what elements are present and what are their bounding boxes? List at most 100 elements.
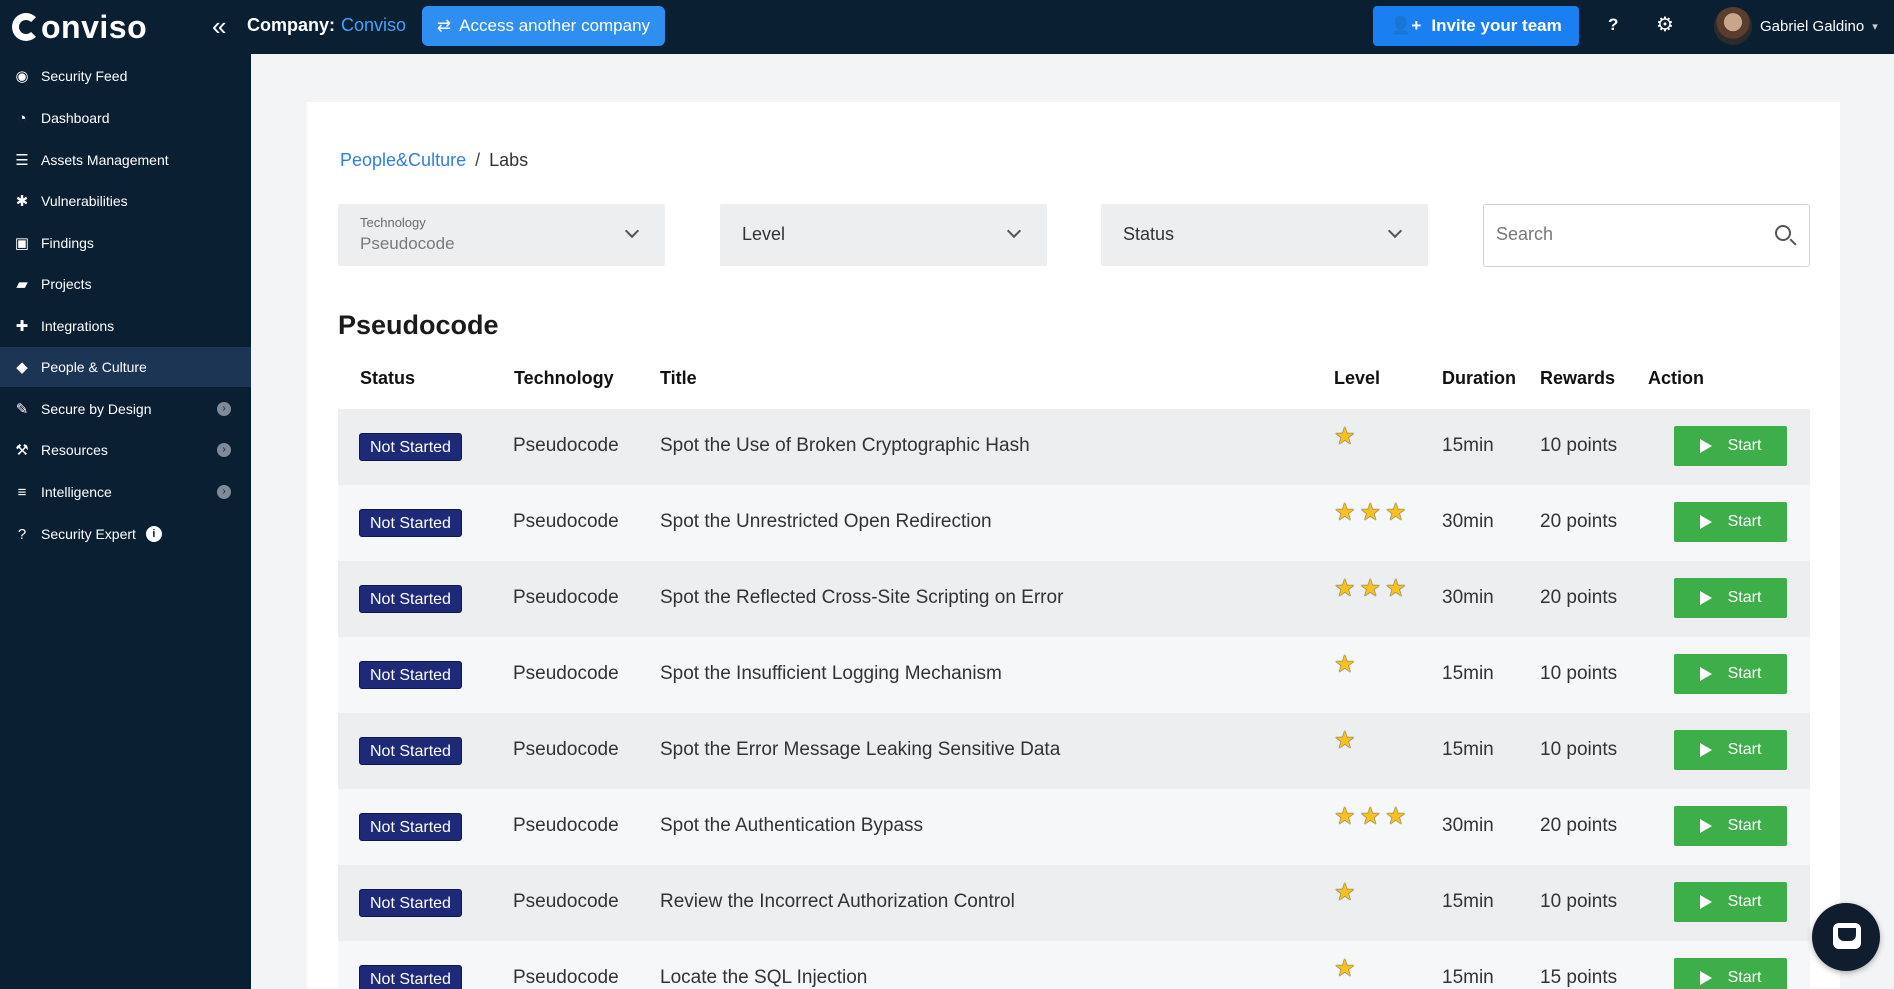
sidebar-item-integrations[interactable]: ✚ Integrations <box>0 306 251 346</box>
title-cell: Spot the Error Message Leaking Sensitive… <box>660 739 1061 760</box>
sidebar-item-assets-management[interactable]: ☰ Assets Management <box>0 140 251 180</box>
duration-cell: 15min <box>1442 435 1494 456</box>
duration-cell: 30min <box>1442 815 1494 836</box>
info-icon[interactable]: i <box>145 526 162 542</box>
lock-icon: ▣ <box>14 235 30 252</box>
status-badge: Not Started <box>359 737 462 765</box>
conviso-logo[interactable]: onviso <box>12 9 147 46</box>
start-button[interactable]: Start <box>1674 882 1787 922</box>
title-cell: Review the Incorrect Authorization Contr… <box>660 891 1015 912</box>
folder-icon: ▰ <box>16 276 28 293</box>
chevron-right-icon: › <box>217 485 231 499</box>
collapse-sidebar-icon[interactable]: « <box>212 12 226 40</box>
rewards-cell: 10 points <box>1540 435 1618 456</box>
sidebar-item-findings[interactable]: ▣ Findings <box>0 223 251 263</box>
access-another-company-button[interactable]: ⇄ Access another company <box>422 6 665 46</box>
edit-icon: ✎ <box>15 401 29 418</box>
breadcrumb-parent-link[interactable]: People&Culture <box>340 150 466 170</box>
duration-cell: 30min <box>1442 587 1494 608</box>
column-header-status[interactable]: Status <box>360 368 415 389</box>
start-button[interactable]: Start <box>1674 958 1787 989</box>
start-button[interactable]: Start <box>1674 730 1787 770</box>
level-stars: ★ <box>1334 957 1356 981</box>
duration-cell: 30min <box>1442 511 1494 532</box>
star-icon: ★ <box>1334 575 1356 602</box>
table-row: Not Started Pseudocode Spot the Reflected … <box>338 561 1810 637</box>
technology-filter-value: Pseudocode <box>360 234 455 253</box>
chevron-right-icon: › <box>217 443 231 457</box>
search-input[interactable] <box>1496 224 1746 245</box>
table-row: Not Started Pseudocode Spot the Insufficie… <box>338 637 1810 713</box>
table-row: Not Started Pseudocode Spot the Authentica… <box>338 789 1810 865</box>
level-filter[interactable]: Level <box>720 204 1047 266</box>
technology-filter[interactable]: Technology Pseudocode <box>338 204 665 266</box>
chevron-down-icon <box>1006 223 1022 239</box>
sidebar-item-secure-by-design[interactable]: ✎ Secure by Design › <box>0 389 251 429</box>
column-header-title[interactable]: Title <box>660 368 697 389</box>
sidebar-item-intelligence[interactable]: ≡ Intelligence › <box>0 472 251 512</box>
sidebar-item-vulnerabilities[interactable]: ✱ Vulnerabilities <box>0 181 251 221</box>
rewards-cell: 20 points <box>1540 511 1618 532</box>
help-icon[interactable]: ? <box>1608 15 1618 35</box>
start-button[interactable]: Start <box>1674 502 1787 542</box>
user-menu[interactable]: Gabriel Galdino ▾ <box>1714 7 1878 45</box>
status-badge: Not Started <box>359 661 462 689</box>
play-icon <box>1699 667 1712 681</box>
sidebar-item-dashboard[interactable]: ◔ Dashboard <box>0 98 251 138</box>
search-box[interactable] <box>1483 204 1810 267</box>
column-header-duration[interactable]: Duration <box>1442 368 1516 389</box>
sidebar-item-projects[interactable]: ▰ Projects <box>0 264 251 304</box>
status-filter-label: Status <box>1123 224 1175 244</box>
rewards-cell: 10 points <box>1540 739 1618 760</box>
star-icon: ★ <box>1334 803 1356 830</box>
play-icon <box>1699 895 1712 909</box>
star-icon: ★ <box>1385 575 1407 602</box>
star-icon: ★ <box>1334 423 1356 450</box>
sidebar-item-security-feed[interactable]: ◉ Security Feed <box>0 56 251 96</box>
chevron-down-icon: ▾ <box>1872 20 1878 33</box>
sidebar-item-security-expert[interactable]: ? Security Expert i <box>0 514 251 554</box>
graduation-cap-icon: ◆ <box>16 359 28 376</box>
chat-bubble-icon <box>1833 923 1861 949</box>
chevron-down-icon <box>1387 223 1403 239</box>
column-header-level[interactable]: Level <box>1334 368 1380 389</box>
play-icon <box>1699 591 1712 605</box>
start-button[interactable]: Start <box>1674 426 1787 466</box>
start-button[interactable]: Start <box>1674 578 1787 618</box>
level-stars: ★ <box>1334 653 1356 677</box>
star-icon: ★ <box>1334 499 1356 526</box>
level-stars: ★ ★ ★ <box>1334 501 1407 525</box>
start-button[interactable]: Start <box>1674 806 1787 846</box>
breadcrumb-current: Labs <box>489 150 529 170</box>
technology-filter-label: Technology <box>360 215 426 230</box>
play-icon <box>1699 515 1712 529</box>
technology-cell: Pseudocode <box>513 815 619 836</box>
table-row: Not Started Pseudocode Spot the Error Mess… <box>338 713 1810 789</box>
invite-team-button[interactable]: 👤+ Invite your team <box>1373 6 1579 46</box>
avatar <box>1714 7 1752 45</box>
status-badge: Not Started <box>359 813 462 841</box>
sidebar-item-resources[interactable]: ⚒ Resources › <box>0 430 251 470</box>
bug-icon: ✱ <box>15 193 29 210</box>
star-icon: ★ <box>1334 651 1356 678</box>
user-plus-icon: 👤+ <box>1390 16 1422 35</box>
star-icon: ★ <box>1334 955 1356 982</box>
search-icon[interactable] <box>1775 225 1791 241</box>
duration-cell: 15min <box>1442 663 1494 684</box>
gear-icon[interactable]: ⚙ <box>1656 12 1674 37</box>
rewards-cell: 15 points <box>1540 967 1618 988</box>
start-button[interactable]: Start <box>1674 654 1787 694</box>
title-cell: Locate the SQL Injection <box>660 967 868 988</box>
rewards-cell: 10 points <box>1540 891 1618 912</box>
chat-widget-button[interactable] <box>1812 903 1880 971</box>
sidebar-item-people-culture[interactable]: ◆ People & Culture <box>0 347 251 387</box>
column-header-rewards[interactable]: Rewards <box>1540 368 1615 389</box>
status-filter[interactable]: Status <box>1101 204 1428 266</box>
wrench-icon: ⚒ <box>15 442 29 459</box>
column-header-technology[interactable]: Technology <box>514 368 614 389</box>
duration-cell: 15min <box>1442 967 1494 988</box>
star-icon: ★ <box>1359 499 1382 526</box>
title-cell: Spot the Reflected Cross-Site Scripting … <box>660 587 1064 608</box>
table-row: Not Started Pseudocode Review the Incorrec… <box>338 865 1810 941</box>
rewards-cell: 20 points <box>1540 815 1618 836</box>
